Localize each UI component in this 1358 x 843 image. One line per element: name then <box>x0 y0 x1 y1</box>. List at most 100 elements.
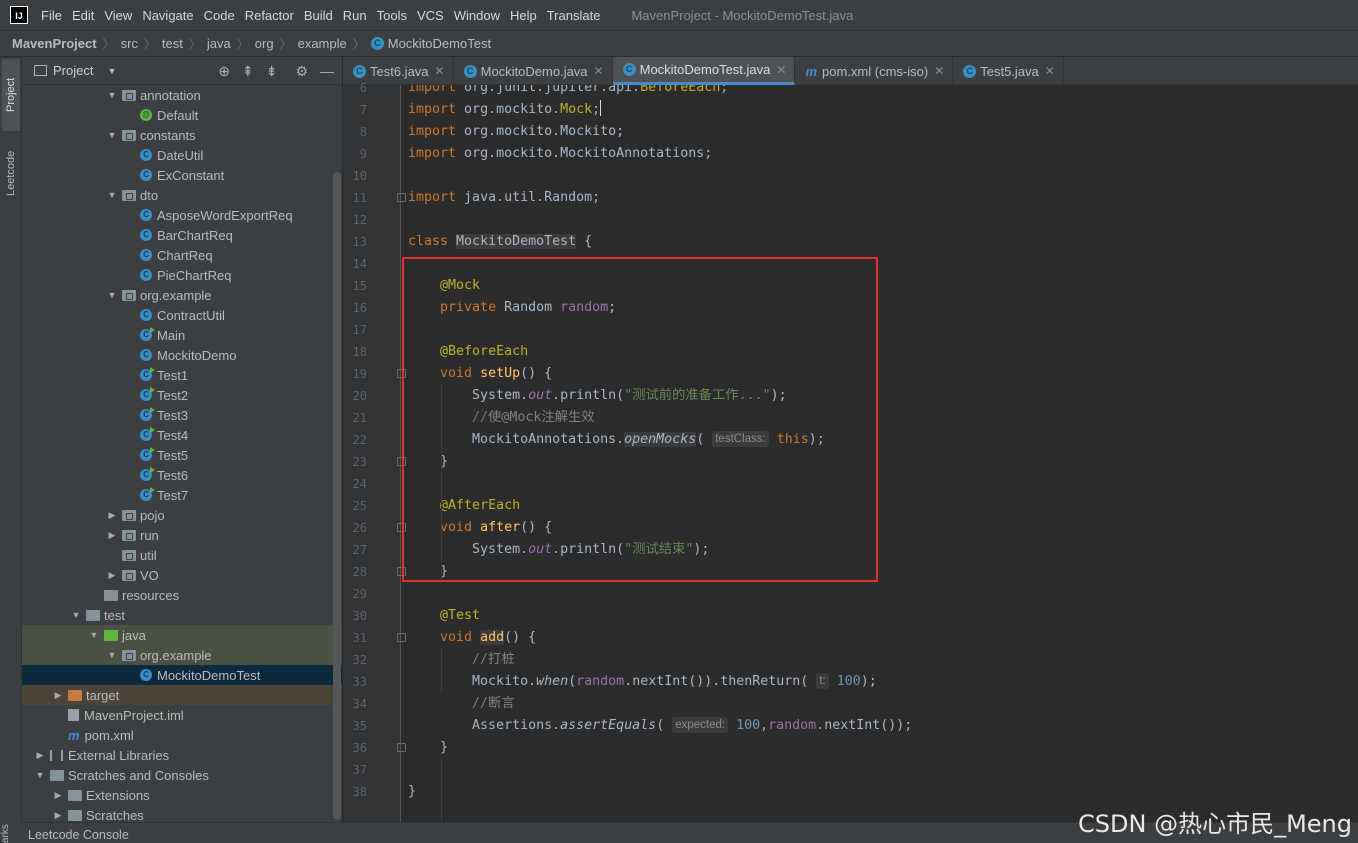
tree-item[interactable]: ▼ org.example <box>22 285 342 305</box>
close-icon[interactable]: ✕ <box>776 63 786 77</box>
project-tool-tab[interactable]: Project <box>2 59 20 131</box>
code-line[interactable] <box>401 319 1358 341</box>
tree-item[interactable]: resources <box>22 585 342 605</box>
chevron-right-icon[interactable]: ▶ <box>106 570 118 581</box>
code-line[interactable]: import org.mockito.Mockito; <box>401 121 1358 143</box>
tree-item[interactable]: m pom.xml <box>22 725 342 745</box>
tree-item[interactable]: ▼ test <box>22 605 342 625</box>
editor-tab[interactable]: C MockitoDemoTest.java ✕ <box>612 57 796 85</box>
breadcrumb-item[interactable]: org <box>255 36 274 51</box>
tree-item[interactable]: ▶ External Libraries <box>22 745 342 765</box>
code-line[interactable]: @AfterEach <box>401 495 1358 517</box>
menu-refactor[interactable]: Refactor <box>240 8 299 23</box>
code-line[interactable] <box>401 209 1358 231</box>
tree-item[interactable]: C Test6 <box>22 465 342 485</box>
code-line[interactable]: MockitoAnnotations.openMocks( testClass:… <box>401 429 1358 451</box>
code-line[interactable]: //断言 <box>401 693 1358 715</box>
editor-tab[interactable]: m pom.xml (cms-iso) ✕ <box>795 57 954 85</box>
leetcode-console-tab[interactable]: Leetcode Console <box>28 828 129 842</box>
code-line[interactable]: //使@Mock注解生效 <box>401 407 1358 429</box>
menu-window[interactable]: Window <box>449 8 505 23</box>
code-line[interactable] <box>401 165 1358 187</box>
bookmarks-tool-tab[interactable]: arks <box>0 822 22 843</box>
tree-item[interactable]: C Test2 <box>22 385 342 405</box>
code-line[interactable]: @BeforeEach <box>401 341 1358 363</box>
chevron-down-icon[interactable]: ▼ <box>106 190 118 200</box>
tree-item[interactable]: C MockitoDemoTest <box>22 665 342 685</box>
hide-icon[interactable]: — <box>320 63 334 80</box>
code-editor[interactable]: import org.junit.jupiter.api.BeforeEach;… <box>401 85 1358 822</box>
code-line[interactable]: @Test <box>401 605 1358 627</box>
code-line[interactable]: } <box>401 561 1358 583</box>
tree-item[interactable]: C Test3 <box>22 405 342 425</box>
tree-item[interactable]: C ExConstant <box>22 165 342 185</box>
menu-view[interactable]: View <box>99 8 137 23</box>
chevron-down-icon[interactable]: ▼ <box>106 90 118 100</box>
close-icon[interactable]: ✕ <box>1045 64 1055 78</box>
tree-item[interactable]: ▶ pojo <box>22 505 342 525</box>
chevron-down-icon[interactable]: ▼ <box>106 130 118 140</box>
tree-item[interactable]: ▼ dto <box>22 185 342 205</box>
code-line[interactable] <box>401 473 1358 495</box>
code-line[interactable] <box>401 583 1358 605</box>
chevron-down-icon[interactable]: ▼ <box>106 650 118 660</box>
code-line[interactable]: Assertions.assertEquals( expected: 100,r… <box>401 715 1358 737</box>
chevron-down-icon[interactable]: ▼ <box>88 630 100 640</box>
collapse-all-icon[interactable]: ⇟ <box>266 63 278 80</box>
code-line[interactable]: } <box>401 781 1358 803</box>
tree-item[interactable]: MavenProject.iml <box>22 705 342 725</box>
tree-item[interactable]: C Test4 <box>22 425 342 445</box>
code-line[interactable]: void setUp() { <box>401 363 1358 385</box>
menu-code[interactable]: Code <box>199 8 240 23</box>
tree-item[interactable]: C PieChartReq <box>22 265 342 285</box>
tree-item[interactable]: C ContractUtil <box>22 305 342 325</box>
breadcrumb-item[interactable]: MockitoDemoTest <box>388 36 491 51</box>
code-line[interactable]: } <box>401 737 1358 759</box>
chevron-right-icon[interactable]: ▶ <box>106 510 118 521</box>
menu-help[interactable]: Help <box>505 8 542 23</box>
chevron-right-icon[interactable]: ▶ <box>52 810 64 821</box>
code-line[interactable]: void add() { <box>401 627 1358 649</box>
tree-item[interactable]: C AsposeWordExportReq <box>22 205 342 225</box>
expand-all-icon[interactable]: ⇞ <box>242 63 254 80</box>
tree-item[interactable]: C Test1 <box>22 365 342 385</box>
tree-item[interactable]: C DateUtil <box>22 145 342 165</box>
tree-item[interactable]: ▼ constants <box>22 125 342 145</box>
menu-run[interactable]: Run <box>338 8 372 23</box>
project-panel-title[interactable]: Project <box>53 63 93 78</box>
code-line[interactable]: import org.mockito.MockitoAnnotations; <box>401 143 1358 165</box>
project-scrollbar[interactable] <box>333 172 341 820</box>
chevron-down-icon[interactable]: ▼ <box>70 610 82 620</box>
chevron-down-icon[interactable]: ▼ <box>34 770 46 780</box>
menu-edit[interactable]: Edit <box>67 8 99 23</box>
gear-icon[interactable]: ⚙ <box>295 63 308 80</box>
chevron-right-icon[interactable]: ▶ <box>52 690 64 701</box>
editor-tab[interactable]: C MockitoDemo.java ✕ <box>454 57 613 85</box>
breadcrumb-item[interactable]: java <box>207 36 231 51</box>
tree-item[interactable]: C ChartReq <box>22 245 342 265</box>
breadcrumb-item[interactable]: src <box>121 36 138 51</box>
code-line[interactable]: System.out.println("测试前的准备工作..."); <box>401 385 1358 407</box>
breadcrumb-item[interactable]: test <box>162 36 183 51</box>
chevron-right-icon[interactable]: ▶ <box>106 530 118 541</box>
tree-item[interactable]: ▼ Scratches and Consoles <box>22 765 342 785</box>
tree-item[interactable]: ▼ annotation <box>22 85 342 105</box>
code-line[interactable]: } <box>401 451 1358 473</box>
code-line[interactable]: Mockito.when(random.nextInt()).thenRetur… <box>401 671 1358 693</box>
menu-navigate[interactable]: Navigate <box>137 8 198 23</box>
code-line[interactable]: System.out.println("测试结束"); <box>401 539 1358 561</box>
leetcode-tool-tab[interactable]: Leetcode <box>2 137 20 209</box>
tree-item[interactable]: ▼ java <box>22 625 342 645</box>
chevron-right-icon[interactable]: ▶ <box>52 790 64 801</box>
code-line[interactable]: import java.util.Random; <box>401 187 1358 209</box>
tree-item[interactable]: util <box>22 545 342 565</box>
breadcrumb-item[interactable]: example <box>298 36 347 51</box>
tree-item[interactable]: ▼ org.example <box>22 645 342 665</box>
locate-icon[interactable]: ⊕ <box>218 63 230 80</box>
menu-vcs[interactable]: VCS <box>412 8 449 23</box>
breadcrumb-item[interactable]: MavenProject <box>12 36 97 51</box>
editor-tab[interactable]: C Test5.java ✕ <box>953 57 1064 85</box>
code-line[interactable]: private Random random; <box>401 297 1358 319</box>
close-icon[interactable]: ✕ <box>934 64 944 78</box>
tree-item[interactable]: C Main <box>22 325 342 345</box>
